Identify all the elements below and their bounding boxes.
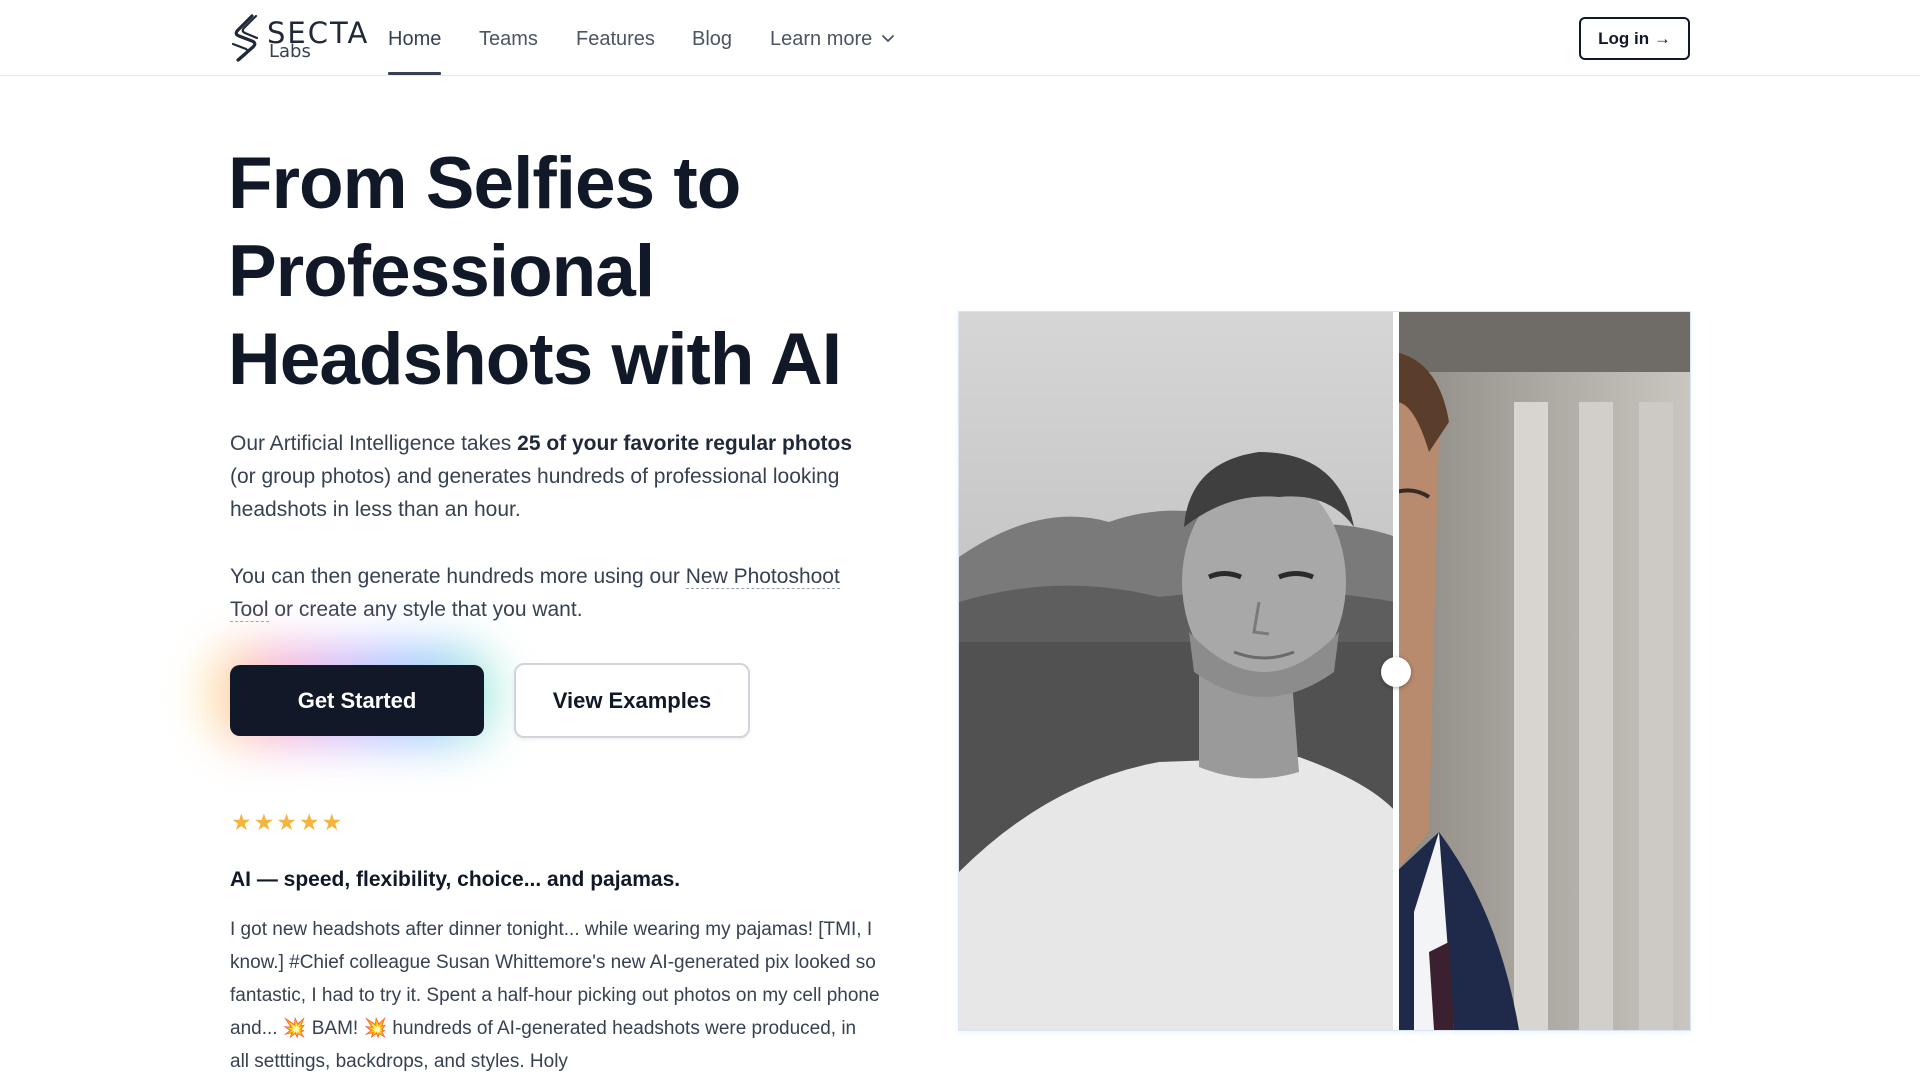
nav-teams[interactable]: Teams <box>479 28 538 51</box>
login-button[interactable]: Log in → <box>1579 17 1690 60</box>
hero-headline: From Selfies to Professional Headshots w… <box>228 140 928 404</box>
view-examples-button[interactable]: View Examples <box>514 663 750 738</box>
rating-stars: ★ ★ ★ ★ ★ <box>231 810 342 836</box>
description-text: You can then generate hundreds more usin… <box>230 565 686 588</box>
star-icon: ★ <box>298 810 320 836</box>
headline-line: Professional <box>228 231 655 312</box>
headline-line: From Selfies to <box>228 143 741 224</box>
hero-secondary-description: You can then generate hundreds more usin… <box>230 560 880 626</box>
brand-sub: Labs <box>269 41 311 62</box>
headline-line: Headshots with AI <box>228 319 842 400</box>
description-text: Our Artificial Intelligence takes <box>230 432 518 455</box>
nav-learn-more[interactable]: Learn more <box>770 28 872 51</box>
description-emphasis: 25 of your favorite regular photos <box>517 432 853 455</box>
star-icon: ★ <box>231 810 252 836</box>
before-after-comparison[interactable] <box>959 312 1690 1030</box>
star-icon: ★ <box>253 810 275 836</box>
after-photo <box>1395 312 1690 1030</box>
nav-features[interactable]: Features <box>576 28 655 51</box>
brand-logo[interactable]: SECTA Labs <box>230 14 367 62</box>
review-text: I got new headshots after dinner tonight… <box>230 919 880 1072</box>
before-photo <box>959 312 1396 1030</box>
nav-home[interactable]: Home <box>388 28 441 51</box>
star-icon: ★ <box>321 810 343 836</box>
hero-description: Our Artificial Intelligence takes 25 of … <box>230 427 880 526</box>
description-text: (or group photos) and generates hundreds… <box>230 465 840 521</box>
get-started-button[interactable]: Get Started <box>230 665 484 736</box>
comparison-image <box>959 312 1690 1030</box>
chevron-down-icon[interactable] <box>880 30 896 46</box>
secta-logo-icon <box>231 14 259 62</box>
star-icon: ★ <box>276 810 297 836</box>
nav-blog[interactable]: Blog <box>692 28 732 51</box>
nav-active-indicator <box>388 72 441 75</box>
description-text: or create any style that you want. <box>268 598 583 621</box>
comparison-slider-handle[interactable] <box>1381 657 1411 687</box>
top-navbar: SECTA Labs Home Teams Features Blog Lear… <box>0 0 1920 76</box>
review-title: AI — speed, flexibility, choice... and p… <box>230 868 681 891</box>
